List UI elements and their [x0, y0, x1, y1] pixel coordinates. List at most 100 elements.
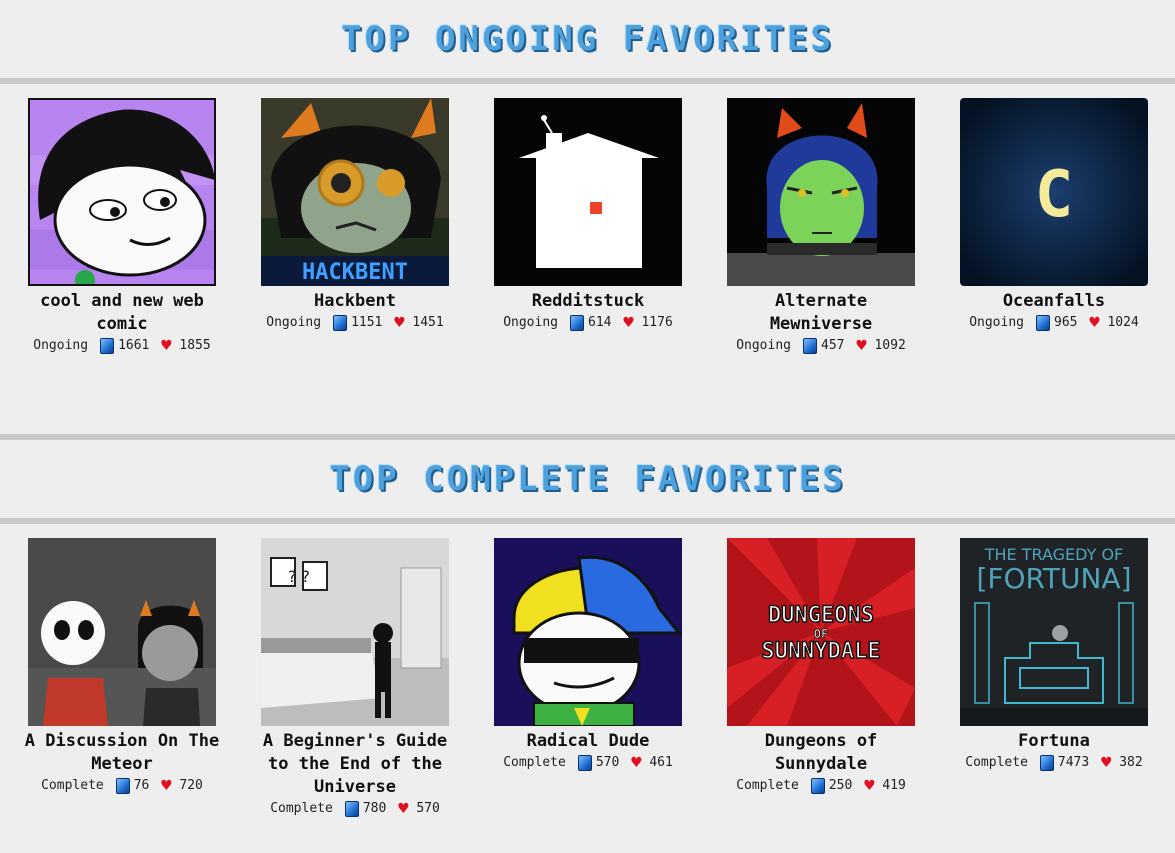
svg-text:C: C	[1035, 158, 1074, 232]
pages-icon	[344, 801, 359, 817]
svg-text:SUNNYDALE: SUNNYDALE	[761, 639, 880, 664]
comic-title[interactable]: Oceanfalls	[956, 290, 1152, 313]
comic-stats: Ongoing 965 ♥ 1024	[956, 313, 1152, 333]
comic-status: Ongoing	[266, 315, 322, 330]
fav-count: 419	[882, 778, 906, 793]
heart-icon: ♥	[1089, 313, 1100, 333]
heart-icon: ♥	[856, 336, 867, 356]
comic-thumbnail[interactable]	[727, 98, 915, 286]
complete-section-header: Top Complete Favorites	[0, 440, 1175, 518]
comic-status: Ongoing	[969, 315, 1024, 330]
comic-thumbnail[interactable]	[28, 98, 216, 286]
comic-status: Ongoing	[503, 315, 558, 330]
heart-icon: ♥	[398, 799, 409, 819]
comic-card[interactable]: cool and new web comic Ongoing 1661 ♥ 18…	[24, 98, 220, 356]
comic-status: Complete	[270, 801, 333, 816]
comic-cover-art: ? ?	[261, 538, 449, 726]
comic-title[interactable]: A Beginner's Guide to the End of the Uni…	[257, 730, 453, 799]
comic-cover-art	[494, 538, 682, 726]
comic-title[interactable]: Radical Dude	[490, 730, 686, 753]
comic-stats: Complete 570 ♥ 461	[490, 753, 686, 773]
page-count: 457	[821, 338, 845, 353]
fav-count: 1451	[412, 315, 444, 330]
complete-heading: Top Complete Favorites	[329, 459, 846, 499]
fav-count: 1855	[179, 338, 211, 353]
comic-cover-art: C	[960, 98, 1148, 286]
heart-icon: ♥	[864, 776, 875, 796]
ongoing-heading: Top Ongoing Favorites	[341, 19, 834, 59]
comic-card[interactable]: ? ? A Beginner's Guide to the End of the…	[257, 538, 453, 819]
page-count: 614	[588, 315, 612, 330]
fav-count: 382	[1119, 755, 1143, 770]
comic-card[interactable]: C Oceanfalls Ongoing 965 ♥ 1024	[956, 98, 1152, 333]
heart-icon: ♥	[631, 753, 642, 773]
ongoing-grid: cool and new web comic Ongoing 1661 ♥ 18…	[0, 84, 1175, 434]
comic-cover-art: HACKBENT	[261, 98, 449, 286]
comic-thumbnail[interactable]	[494, 98, 682, 286]
fav-count: 1176	[641, 315, 673, 330]
pages-icon	[570, 315, 584, 331]
comic-card[interactable]: DUNGEONS OF SUNNYDALE Dungeons of Sunnyd…	[723, 538, 919, 796]
comic-title[interactable]: Fortuna	[956, 730, 1152, 753]
heart-icon: ♥	[161, 776, 172, 796]
comic-status: Complete	[965, 755, 1028, 770]
comic-card[interactable]: Redditstuck Ongoing 614 ♥ 1176	[490, 98, 686, 333]
pages-icon	[100, 338, 115, 354]
heart-icon: ♥	[161, 336, 172, 356]
ongoing-section-header: Top Ongoing Favorites	[0, 0, 1175, 78]
comic-cover-art	[30, 100, 214, 284]
fav-count: 570	[416, 801, 440, 816]
complete-grid: A Discussion On The Meteor Complete 76 ♥…	[0, 524, 1175, 853]
comic-card[interactable]: A Discussion On The Meteor Complete 76 ♥…	[24, 538, 220, 796]
fav-count: 1092	[874, 338, 906, 353]
comic-stats: Complete 7473 ♥ 382	[956, 753, 1152, 773]
pages-icon	[1036, 315, 1050, 331]
page-count: 76	[133, 778, 150, 793]
pages-icon	[333, 315, 348, 331]
svg-text:[FORTUNA]: [FORTUNA]	[976, 562, 1131, 595]
svg-text:DUNGEONS: DUNGEONS	[768, 603, 874, 628]
pages-icon	[115, 778, 130, 794]
comic-stats: Ongoing 614 ♥ 1176	[490, 313, 686, 333]
comic-status: Ongoing	[33, 338, 89, 353]
comic-thumbnail[interactable]	[494, 538, 682, 726]
comic-stats: Ongoing 1661 ♥ 1855	[24, 336, 220, 356]
comic-thumbnail[interactable]: ? ?	[261, 538, 449, 726]
comic-thumbnail[interactable]: C	[960, 98, 1148, 286]
comic-stats: Ongoing 1151 ♥ 1451	[257, 313, 453, 333]
comic-card[interactable]: Alternate Mewniverse Ongoing 457 ♥ 1092	[723, 98, 919, 356]
comic-title[interactable]: Redditstuck	[490, 290, 686, 313]
comic-card[interactable]: THE TRAGEDY OF [FORTUNA] Fortuna Complet…	[956, 538, 1152, 773]
comic-title[interactable]: Alternate Mewniverse	[723, 290, 919, 336]
pages-icon	[1039, 755, 1054, 771]
comic-status: Complete	[41, 778, 104, 793]
page-count: 570	[595, 755, 620, 770]
comic-thumbnail[interactable]: DUNGEONS OF SUNNYDALE	[727, 538, 915, 726]
comic-title[interactable]: Hackbent	[257, 290, 453, 313]
comic-title[interactable]: A Discussion On The Meteor	[24, 730, 220, 776]
heart-icon: ♥	[394, 313, 405, 333]
comic-card[interactable]: Radical Dude Complete 570 ♥ 461	[490, 538, 686, 773]
comic-cover-art: DUNGEONS OF SUNNYDALE	[727, 538, 915, 726]
comic-thumbnail[interactable]	[28, 538, 216, 726]
comic-stats: Complete 76 ♥ 720	[24, 776, 220, 796]
comic-title[interactable]: cool and new web comic	[24, 290, 220, 336]
comic-title[interactable]: Dungeons of Sunnydale	[723, 730, 919, 776]
comic-stats: Ongoing 457 ♥ 1092	[723, 336, 919, 356]
comic-status: Complete	[736, 778, 799, 793]
comic-cover-art	[28, 538, 216, 726]
pages-icon	[810, 778, 825, 794]
page-count: 250	[828, 778, 853, 793]
comic-cover-art	[727, 98, 915, 286]
fav-count: 1024	[1107, 315, 1139, 330]
heart-icon: ♥	[1101, 753, 1112, 773]
comic-thumbnail[interactable]: HACKBENT	[261, 98, 449, 286]
comic-cover-art: THE TRAGEDY OF [FORTUNA]	[960, 538, 1148, 726]
fav-count: 720	[179, 778, 203, 793]
comic-card[interactable]: HACKBENT Hackbent Ongoing 1151 ♥ 1451	[257, 98, 453, 333]
pages-icon	[803, 338, 817, 354]
pages-icon	[577, 755, 592, 771]
heart-icon: ♥	[623, 313, 634, 333]
comic-thumbnail[interactable]: THE TRAGEDY OF [FORTUNA]	[960, 538, 1148, 726]
svg-text:HACKBENT: HACKBENT	[302, 260, 408, 285]
